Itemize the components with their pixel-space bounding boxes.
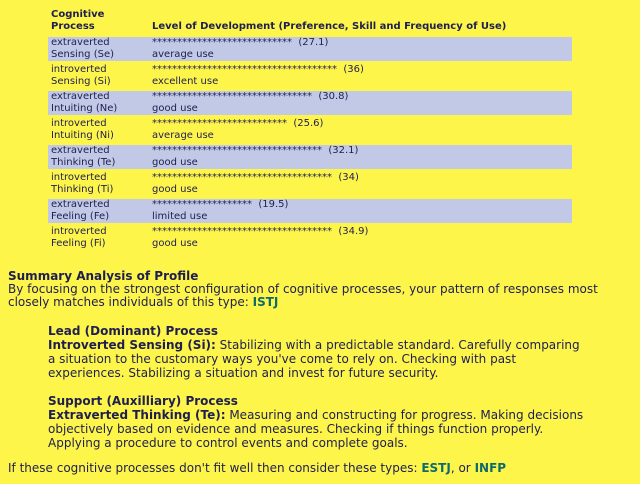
best-fit-type[interactable]: ISTJ	[253, 295, 279, 309]
score: (32.1)	[328, 145, 359, 156]
level-cell: ********************************** (32.1…	[149, 145, 572, 169]
level-cell: ******************************** (30.8) g…	[149, 91, 572, 115]
alt-type-infp[interactable]: INFP	[475, 461, 507, 475]
process-cell: introverted Feeling (Fi)	[48, 226, 149, 250]
use-level: good use	[152, 157, 198, 168]
star-bar: ************************************	[152, 226, 332, 237]
table-row: extraverted Feeling (Fe) ****************…	[48, 199, 572, 223]
support-heading: Support (Auxilliary) Process	[48, 394, 238, 408]
use-level: good use	[152, 103, 198, 114]
process-cell: introverted Sensing (Si)	[48, 64, 149, 88]
star-bar: ****************************	[152, 37, 292, 48]
process-attitude: introverted	[51, 226, 107, 237]
alternative-text: If these cognitive processes don't fit w…	[8, 461, 418, 475]
table-row: extraverted Sensing (Se) ****************…	[48, 37, 572, 61]
lead-heading: Lead (Dominant) Process	[48, 324, 219, 338]
process-name: Intuiting (Ne)	[51, 103, 118, 114]
col-header-line1: Cognitive	[51, 9, 105, 20]
process-attitude: extraverted	[51, 199, 110, 210]
process-cell: introverted Intuiting (Ni)	[48, 118, 149, 142]
col-header-line2: Process	[51, 21, 95, 32]
star-bar: **********************************	[152, 145, 322, 156]
process-attitude: introverted	[51, 64, 107, 75]
support-process-name: Extraverted Thinking (Te):	[48, 408, 226, 422]
process-attitude: extraverted	[51, 91, 110, 102]
score: (34.9)	[338, 226, 369, 237]
process-attitude: introverted	[51, 172, 107, 183]
process-attitude: extraverted	[51, 145, 110, 156]
level-cell: *************************** (25.6) averag…	[149, 118, 572, 142]
use-level: average use	[152, 130, 214, 141]
table-row: introverted Intuiting (Ni) **************…	[48, 118, 572, 142]
table-row: introverted Feeling (Fi) ****************…	[48, 226, 572, 250]
use-level: good use	[152, 184, 198, 195]
table-row: introverted Thinking (Ti) ***************…	[48, 172, 572, 196]
summary-text: By focusing on the strongest configurati…	[8, 283, 608, 309]
process-name: Thinking (Te)	[51, 157, 116, 168]
level-cell: ************************************* (3…	[149, 64, 572, 88]
cognitive-process-table: Cognitive Process Level of Development (…	[48, 6, 572, 253]
support-process-section: Support (Auxilliary) Process Extraverted…	[48, 394, 588, 450]
lead-process-section: Lead (Dominant) Process Introverted Sens…	[48, 324, 588, 380]
process-name: Thinking (Ti)	[51, 184, 114, 195]
process-name: Intuiting (Ni)	[51, 130, 114, 141]
summary-section: Summary Analysis of Profile By focusing …	[8, 270, 608, 309]
star-bar: ***************************	[152, 118, 287, 129]
use-level: excellent use	[152, 76, 219, 87]
process-name: Sensing (Se)	[51, 49, 114, 60]
table-row: extraverted Intuiting (Ne) **************…	[48, 91, 572, 115]
summary-body: By focusing on the strongest configurati…	[8, 282, 598, 309]
support-description: Extraverted Thinking (Te): Measuring and…	[48, 408, 588, 450]
star-bar: ********************************	[152, 91, 312, 102]
score: (36)	[343, 64, 364, 75]
use-level: average use	[152, 49, 214, 60]
use-level: limited use	[152, 211, 208, 222]
alt-type-estj[interactable]: ESTJ	[421, 461, 451, 475]
alternative-types: If these cognitive processes don't fit w…	[8, 462, 628, 475]
score: (30.8)	[318, 91, 349, 102]
level-cell: **************************** (27.1) avera…	[149, 37, 572, 61]
lead-description: Introverted Sensing (Si): Stabilizing wi…	[48, 338, 588, 380]
level-cell: ******************** (19.5) limited use	[149, 199, 572, 223]
col-header-level: Level of Development (Preference, Skill …	[152, 21, 507, 32]
level-cell: ************************************ (34…	[149, 172, 572, 196]
process-cell: extraverted Feeling (Fe)	[48, 199, 149, 223]
table-row: introverted Sensing (Si) ****************…	[48, 64, 572, 88]
use-level: good use	[152, 238, 198, 249]
col-header-process: Cognitive Process	[48, 9, 149, 34]
process-name: Feeling (Fe)	[51, 211, 110, 222]
alt-separator: , or	[450, 461, 471, 475]
process-cell: introverted Thinking (Ti)	[48, 172, 149, 196]
process-attitude: extraverted	[51, 37, 110, 48]
report-page: Cognitive Process Level of Development (…	[0, 0, 640, 484]
process-cell: extraverted Thinking (Te)	[48, 145, 149, 169]
process-cell: extraverted Sensing (Se)	[48, 37, 149, 61]
score: (25.6)	[293, 118, 324, 129]
process-name: Sensing (Si)	[51, 76, 111, 87]
lead-process-name: Introverted Sensing (Si):	[48, 338, 216, 352]
score: (19.5)	[258, 199, 289, 210]
star-bar: ************************************	[152, 172, 332, 183]
star-bar: *************************************	[152, 64, 337, 75]
process-cell: extraverted Intuiting (Ne)	[48, 91, 149, 115]
star-bar: ********************	[152, 199, 252, 210]
process-attitude: introverted	[51, 118, 107, 129]
table-row: extraverted Thinking (Te) ***************…	[48, 145, 572, 169]
score: (27.1)	[298, 37, 329, 48]
table-header-row: Cognitive Process Level of Development (…	[48, 9, 572, 34]
process-name: Feeling (Fi)	[51, 238, 106, 249]
level-cell: ************************************ (34…	[149, 226, 572, 250]
score: (34)	[338, 172, 359, 183]
